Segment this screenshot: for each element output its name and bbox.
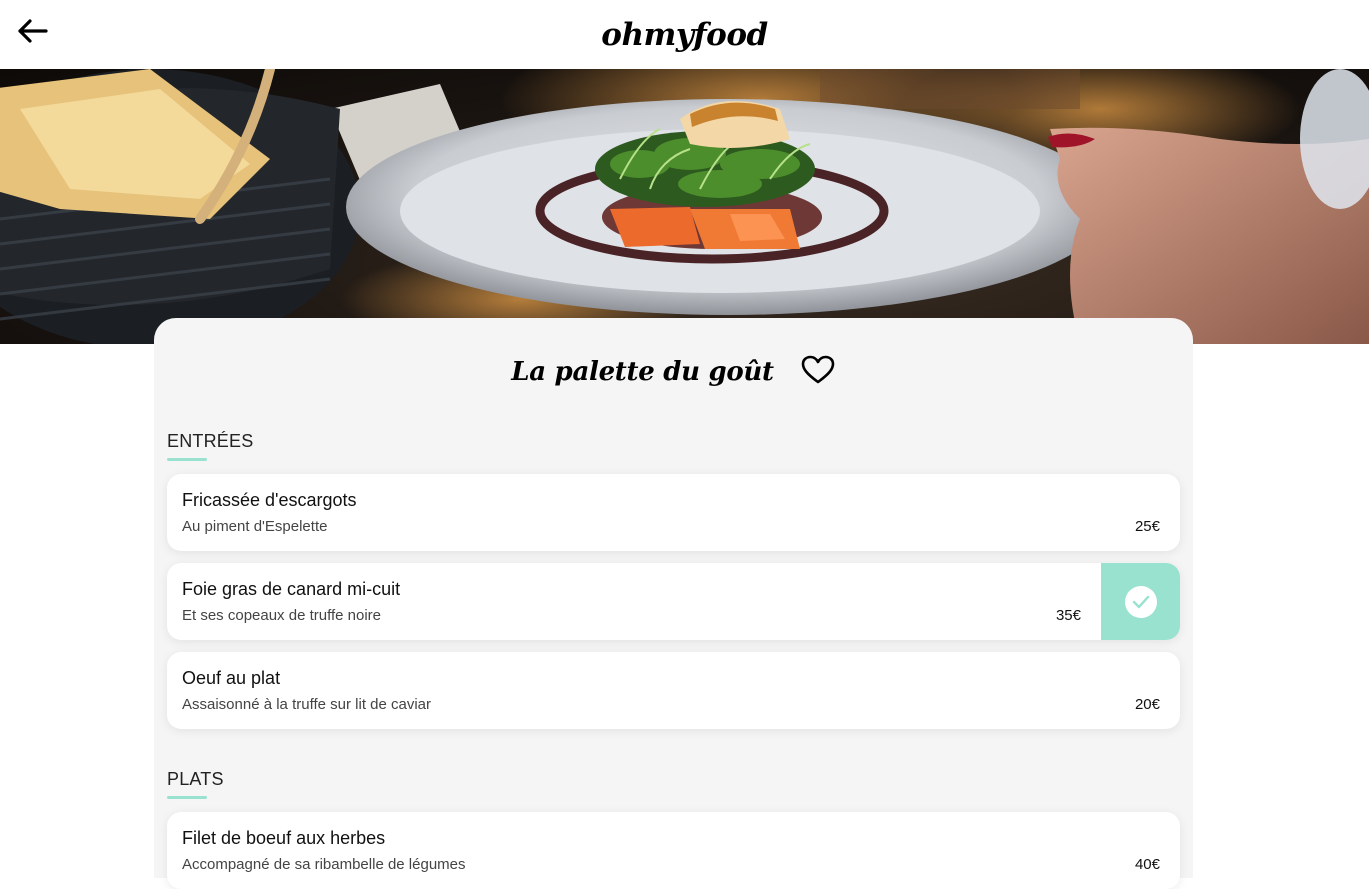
dish-description: Assaisonné à la truffe sur lit de caviar — [182, 696, 432, 713]
dish-card-selected[interactable]: Foie gras de canard mi-cuit Et ses copea… — [167, 563, 1180, 640]
dish-description: Et ses copeaux de truffe noire — [182, 607, 382, 624]
section-title-plats: PLATS — [167, 769, 224, 789]
dish-card[interactable]: Filet de boeuf aux herbes Accompagné de … — [167, 812, 1180, 889]
dish-price: 40€ — [1134, 856, 1160, 873]
dish-name: Filet de boeuf aux herbes — [182, 828, 386, 848]
dish-price: 20€ — [1134, 696, 1160, 713]
dish-card[interactable]: Fricassée d'escargots Au piment d'Espele… — [167, 474, 1180, 551]
app-logo[interactable]: ohmyfood — [601, 17, 768, 53]
top-bar: ohmyfood — [0, 0, 1369, 69]
back-button[interactable] — [16, 16, 50, 50]
dish-description: Au piment d'Espelette — [182, 518, 328, 535]
selected-indicator[interactable] — [1101, 563, 1180, 640]
dish-card[interactable]: Oeuf au plat Assaisonné à la truffe sur … — [167, 652, 1180, 729]
section-underline — [167, 458, 207, 461]
dish-price: 35€ — [1055, 607, 1081, 624]
hero-image — [0, 69, 1369, 344]
section-title-entrees: ENTRÉES — [167, 431, 254, 451]
restaurant-header: La palette du goût — [154, 350, 1193, 394]
heart-outline-icon — [801, 355, 835, 390]
restaurant-menu-card: La palette du goût ENTRÉES Fricassée d'e… — [154, 318, 1193, 889]
dish-name: Oeuf au plat — [182, 668, 281, 688]
checkmark-icon — [1124, 585, 1157, 618]
dish-name: Foie gras de canard mi-cuit — [182, 579, 401, 599]
dish-price: 25€ — [1134, 518, 1160, 535]
restaurant-title: La palette du goût — [511, 357, 774, 387]
favorite-button[interactable] — [800, 354, 836, 390]
dish-name: Fricassée d'escargots — [182, 490, 357, 510]
arrow-left-icon — [18, 18, 48, 48]
dish-description: Accompagné de sa ribambelle de légumes — [182, 856, 466, 873]
section-underline — [167, 796, 207, 799]
